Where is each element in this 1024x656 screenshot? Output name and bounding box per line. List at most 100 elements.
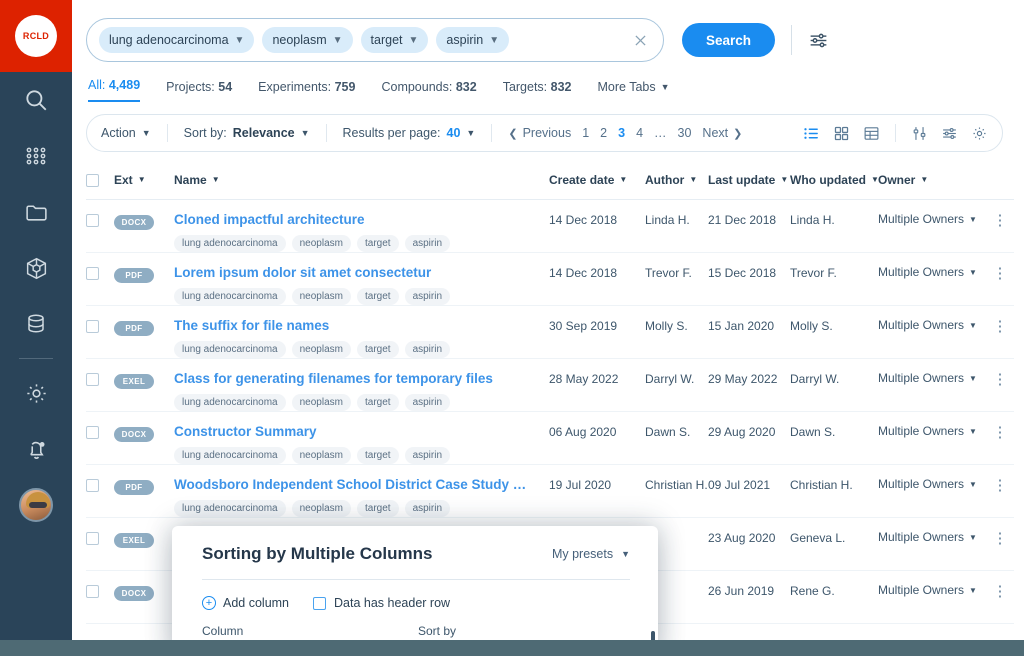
owner-dropdown[interactable]: Multiple Owners ▼ [878, 265, 986, 279]
column-header-last-update[interactable]: Last update ▼ [708, 173, 790, 187]
owner-dropdown[interactable]: Multiple Owners ▼ [878, 371, 986, 385]
table-row[interactable]: PDF Lorem ipsum dolor sit amet consectet… [86, 253, 1014, 306]
row-title-link[interactable]: Class for generating filenames for tempo… [174, 371, 549, 386]
column-header-name[interactable]: Name ▼ [174, 173, 549, 187]
tag[interactable]: aspirin [405, 288, 450, 305]
tag[interactable]: aspirin [405, 235, 450, 252]
row-kebab-menu-icon[interactable]: ⋮ [993, 212, 1008, 229]
grid-view-icon[interactable] [833, 125, 850, 142]
sidebar-item-search[interactable] [0, 72, 72, 128]
column-header-owner[interactable]: Owner ▼ [878, 173, 986, 187]
tag[interactable]: lung adenocarcinoma [174, 235, 286, 252]
results-per-page-dropdown[interactable]: Results per page: 40 ▼ [343, 126, 476, 140]
sidebar-item-account[interactable] [0, 477, 72, 533]
tag[interactable]: aspirin [405, 341, 450, 358]
search-chip[interactable]: lung adenocarcinoma ▼ [99, 27, 254, 53]
sidebar-item-apps[interactable] [0, 128, 72, 184]
tag[interactable]: target [357, 447, 399, 464]
row-kebab-menu-icon[interactable]: ⋮ [993, 583, 1008, 600]
search-chip[interactable]: target ▼ [361, 27, 429, 53]
tag[interactable]: lung adenocarcinoma [174, 447, 286, 464]
column-header-create-date[interactable]: Create date ▼ [549, 173, 645, 187]
column-header-who-updated[interactable]: Who updated ▼ [790, 173, 878, 187]
tag[interactable]: neoplasm [292, 447, 351, 464]
tag[interactable]: target [357, 500, 399, 517]
select-all-checkbox[interactable] [86, 174, 99, 187]
sidebar-item-notifications[interactable] [0, 421, 72, 477]
page-3-current[interactable]: 3 [618, 126, 625, 140]
tab-all[interactable]: All: 4,489 [88, 78, 140, 102]
row-checkbox[interactable] [86, 267, 99, 280]
row-kebab-menu-icon[interactable]: ⋮ [993, 530, 1008, 547]
tab-projects[interactable]: Projects: 54 [166, 80, 232, 102]
row-kebab-menu-icon[interactable]: ⋮ [993, 318, 1008, 335]
tab-more-tabs[interactable]: More Tabs ▼ [598, 80, 670, 102]
row-checkbox[interactable] [86, 585, 99, 598]
app-logo[interactable]: RCLD [0, 0, 72, 72]
tag[interactable]: target [357, 235, 399, 252]
tab-compounds[interactable]: Compounds: 832 [381, 80, 476, 102]
sidebar-item-projects[interactable] [0, 184, 72, 240]
row-checkbox[interactable] [86, 479, 99, 492]
page-30[interactable]: 30 [678, 126, 692, 140]
sidebar-item-database[interactable] [0, 296, 72, 352]
modal-scrollbar[interactable] [651, 631, 655, 640]
add-column-button[interactable]: + Add column [202, 596, 289, 610]
row-title-link[interactable]: Lorem ipsum dolor sit amet consectetur [174, 265, 549, 280]
page-2[interactable]: 2 [600, 126, 607, 140]
columns-icon[interactable] [911, 125, 928, 142]
next-page-button[interactable]: Next ❯ [702, 126, 742, 140]
tag[interactable]: neoplasm [292, 394, 351, 411]
tag[interactable]: neoplasm [292, 288, 351, 305]
column-header-author[interactable]: Author ▼ [645, 173, 708, 187]
tag[interactable]: lung adenocarcinoma [174, 341, 286, 358]
page-4[interactable]: 4 [636, 126, 643, 140]
tag[interactable]: aspirin [405, 394, 450, 411]
tag[interactable]: neoplasm [292, 235, 351, 252]
sort-by-dropdown[interactable]: Sort by: Relevance ▼ [184, 126, 310, 140]
owner-dropdown[interactable]: Multiple Owners ▼ [878, 477, 986, 491]
row-title-link[interactable]: Cloned impactful architecture [174, 212, 549, 227]
search-button[interactable]: Search [682, 23, 775, 57]
search-chip[interactable]: aspirin ▼ [436, 27, 509, 53]
column-header-ext[interactable]: Ext ▼ [114, 173, 174, 187]
search-input[interactable]: lung adenocarcinoma ▼ neoplasm ▼ target … [86, 18, 664, 62]
row-checkbox[interactable] [86, 426, 99, 439]
tag[interactable]: lung adenocarcinoma [174, 394, 286, 411]
owner-dropdown[interactable]: Multiple Owners ▼ [878, 424, 986, 438]
row-kebab-menu-icon[interactable]: ⋮ [993, 265, 1008, 282]
action-dropdown[interactable]: Action ▼ [101, 126, 151, 140]
table-row[interactable]: PDF The suffix for file names lung adeno… [86, 306, 1014, 359]
clear-search-icon[interactable] [627, 27, 653, 53]
previous-page-button[interactable]: ❮ Previous [508, 126, 571, 140]
row-title-link[interactable]: Constructor Summary [174, 424, 549, 439]
my-presets-dropdown[interactable]: My presets ▼ [552, 547, 630, 561]
sliders-icon[interactable] [941, 125, 958, 142]
row-checkbox[interactable] [86, 320, 99, 333]
table-row[interactable]: DOCX Constructor Summary lung adenocarci… [86, 412, 1014, 465]
row-checkbox[interactable] [86, 532, 99, 545]
tag[interactable]: neoplasm [292, 500, 351, 517]
owner-dropdown[interactable]: Multiple Owners ▼ [878, 318, 986, 332]
row-kebab-menu-icon[interactable]: ⋮ [993, 371, 1008, 388]
tab-targets[interactable]: Targets: 832 [503, 80, 572, 102]
page-1[interactable]: 1 [582, 126, 589, 140]
tag[interactable]: aspirin [405, 500, 450, 517]
tag[interactable]: target [357, 341, 399, 358]
tag[interactable]: lung adenocarcinoma [174, 288, 286, 305]
sidebar-item-compounds[interactable] [0, 240, 72, 296]
sidebar-item-settings[interactable] [0, 365, 72, 421]
owner-dropdown[interactable]: Multiple Owners ▼ [878, 530, 986, 544]
table-row[interactable]: EXEL Class for generating filenames for … [86, 359, 1014, 412]
tab-experiments[interactable]: Experiments: 759 [258, 80, 355, 102]
row-title-link[interactable]: Woodsboro Independent School District Ca… [174, 477, 549, 492]
owner-dropdown[interactable]: Multiple Owners ▼ [878, 212, 986, 226]
tag[interactable]: aspirin [405, 447, 450, 464]
row-title-link[interactable]: The suffix for file names [174, 318, 549, 333]
gear-icon[interactable] [971, 125, 988, 142]
tag[interactable]: target [357, 288, 399, 305]
row-checkbox[interactable] [86, 214, 99, 227]
tag[interactable]: target [357, 394, 399, 411]
row-checkbox[interactable] [86, 373, 99, 386]
tag[interactable]: neoplasm [292, 341, 351, 358]
